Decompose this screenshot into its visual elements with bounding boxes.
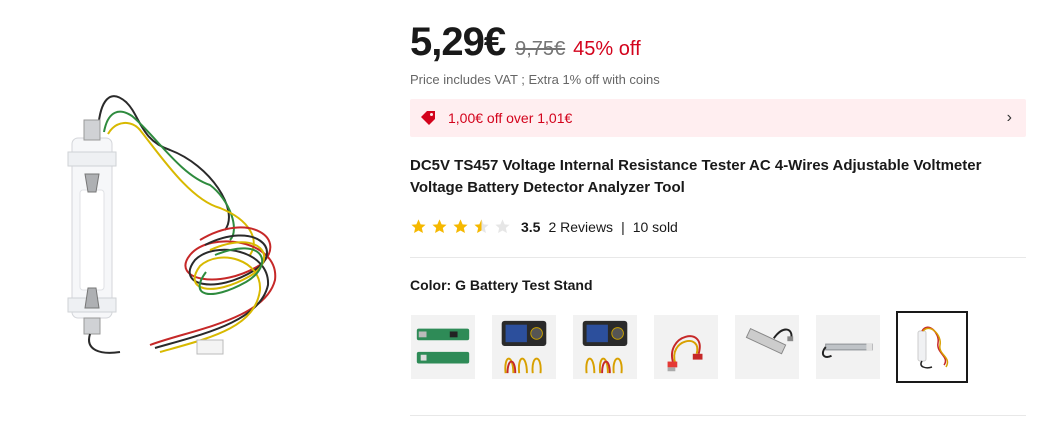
color-option-alligator-clip-cable[interactable] [653, 314, 719, 380]
rating-value: 3.5 [521, 218, 541, 235]
rating-row: 3.5 2 Reviews | 10 sold [410, 218, 678, 235]
star-full-icon [432, 219, 447, 234]
color-option-green-circuit-board[interactable] [410, 314, 476, 380]
main-product-image [60, 90, 320, 370]
coupon-banner[interactable]: 1,00€ off over 1,01€ › [410, 99, 1026, 137]
price-row: 5,29€ 9,75€ 45% off [410, 20, 641, 65]
color-option-tester-display-with-leads[interactable] [491, 314, 557, 380]
color-option-battery-test-stand[interactable] [896, 311, 968, 383]
color-option-usb-cable-probe[interactable] [734, 314, 800, 380]
color-options [410, 311, 983, 383]
chevron-right-icon: › [1006, 109, 1012, 126]
original-price: 9,75€ [515, 38, 566, 60]
star-full-icon [453, 219, 468, 234]
color-option-battery-holder-bar[interactable] [815, 314, 881, 380]
star-empty-icon [495, 219, 510, 234]
reviews-link[interactable]: 2 Reviews [548, 219, 613, 235]
color-label: Color: G Battery Test Stand [410, 277, 593, 293]
coupon-text: 1,00€ off over 1,01€ [448, 110, 573, 126]
star-full-icon [411, 219, 426, 234]
rating-stars [410, 218, 515, 235]
current-price: 5,29€ [410, 20, 506, 64]
vat-note: Price includes VAT ; Extra 1% off with c… [410, 72, 660, 87]
discount-label: 45% off [573, 38, 641, 60]
product-title: DC5V TS457 Voltage Internal Resistance T… [410, 157, 982, 196]
tag-icon [421, 111, 435, 125]
separator: | [621, 218, 625, 235]
divider [410, 415, 1026, 416]
color-option-tester-display-with-leads-2[interactable] [572, 314, 638, 380]
sold-count: 10 sold [632, 218, 678, 235]
star-half-icon [474, 219, 489, 234]
divider [410, 257, 1026, 258]
